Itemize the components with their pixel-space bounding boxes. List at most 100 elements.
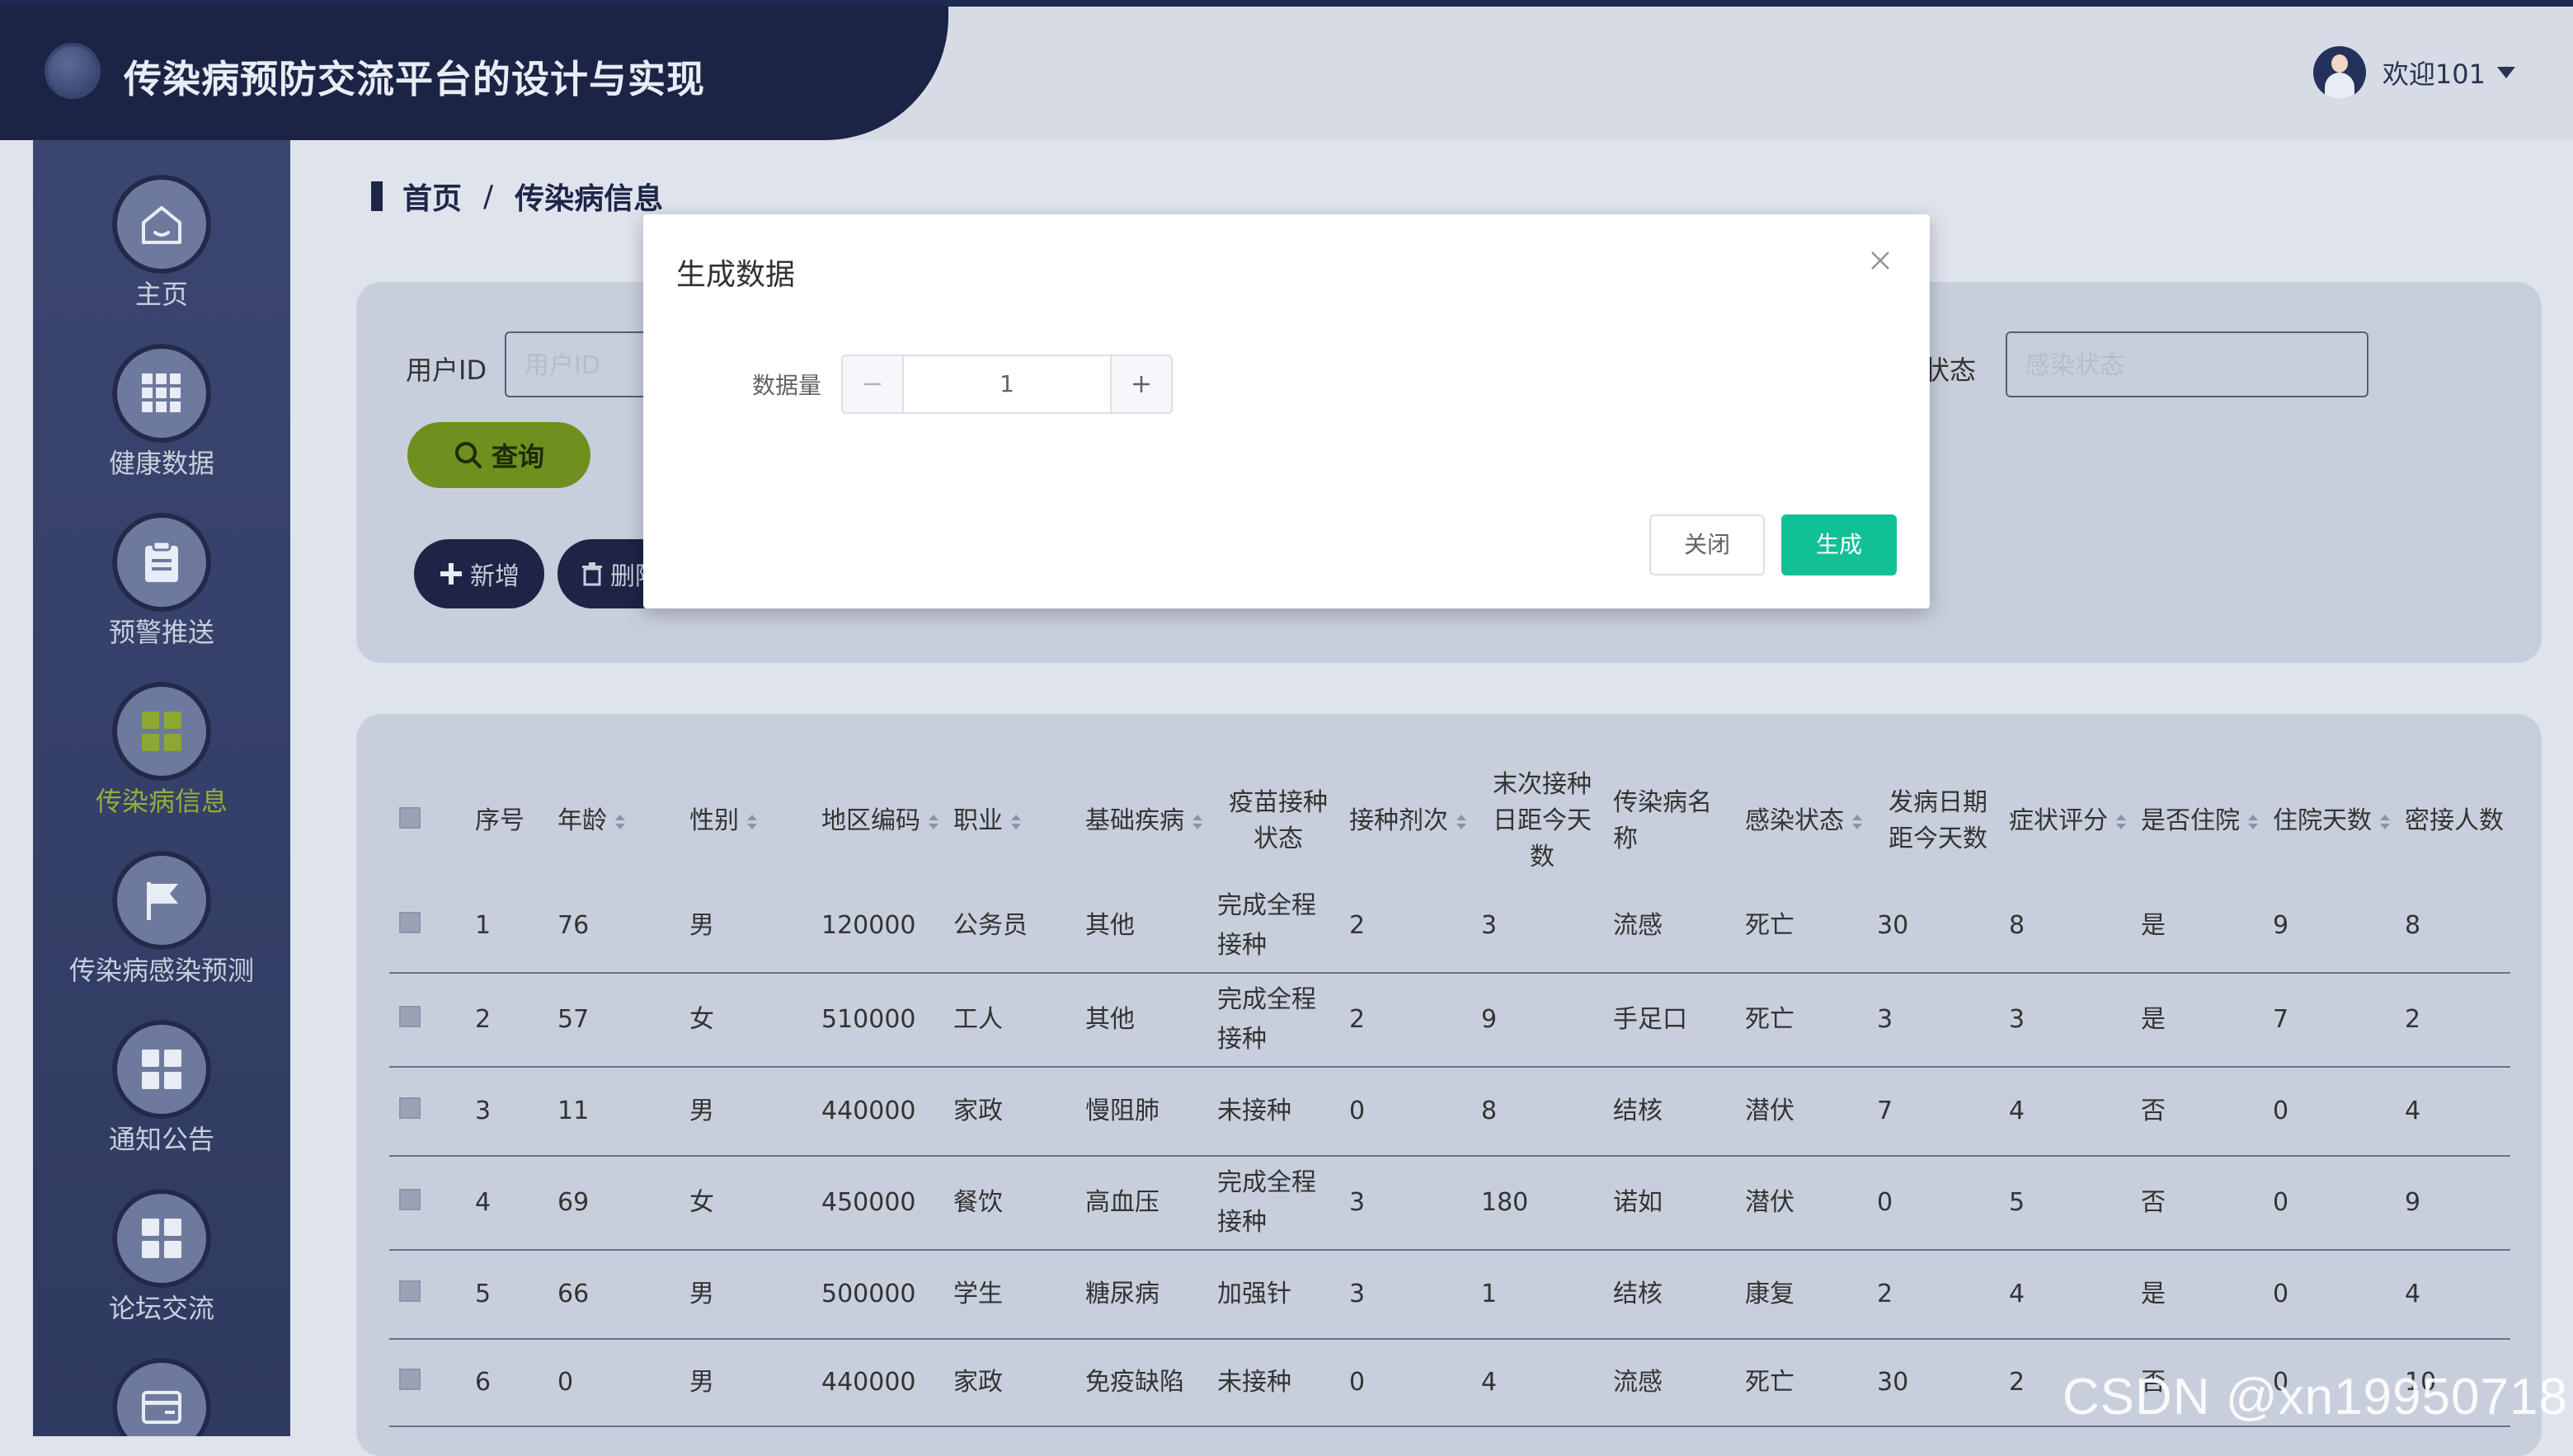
column-header[interactable]: 地区编码 [811,763,943,879]
cell: 是 [2131,879,2263,974]
sidebar-item-disease-info[interactable]: 传染病信息 [33,647,290,817]
query-button[interactable]: 查询 [407,422,590,488]
cell: 7 [2263,973,2395,1068]
decrement-button[interactable] [843,356,904,412]
avatar[interactable] [2312,46,2366,99]
column-header[interactable]: 是否住院 [2131,763,2263,879]
sort-icon[interactable] [615,814,625,829]
cell: 餐饮 [943,1156,1075,1251]
generate-data-dialog: 生成数据 数据量 1 关闭 生成 [643,214,1930,608]
data-amount-stepper[interactable]: 1 [841,355,1173,414]
caret-down-icon[interactable] [2497,67,2515,78]
table-row[interactable]: 1 76 男 120000 公务员 其他 完成全程接种 2 3 流感 死亡 30… [389,879,2510,974]
column-header[interactable]: 基础疾病 [1075,763,1207,879]
sidebar-item-home[interactable]: 主页 [33,140,290,310]
add-button[interactable]: 新增 [414,539,544,608]
cell: 66 [548,1250,680,1340]
add-button-label: 新增 [470,562,520,591]
column-header[interactable]: 年龄 [548,763,680,879]
column-header[interactable]: 职业 [943,763,1075,879]
cell: 4 [2395,1250,2510,1340]
cell: 3 [1339,1156,1471,1251]
sort-icon[interactable] [1852,814,1862,829]
table-row[interactable]: 4 69 女 450000 餐饮 高血压 完成全程接种 3 180 诺如 潜伏 … [389,1156,2510,1251]
minus-icon [864,383,881,386]
cell: 康复 [1735,1250,1867,1340]
select-all-checkbox[interactable] [389,763,465,879]
cell: 1 [465,879,548,974]
column-header[interactable]: 末次接种日距今天数 [1471,763,1603,879]
column-header[interactable]: 症状评分 [1999,763,2131,879]
cell: 7 [1867,1067,1999,1157]
cell: 公务员 [943,879,1075,974]
user-menu[interactable]: 欢迎101 [2312,46,2515,99]
sort-icon[interactable] [2248,814,2258,829]
cell: 潜伏 [1735,1067,1867,1157]
table-row[interactable]: 3 11 男 440000 家政 慢阻肺 未接种 0 8 结核 潜伏 7 4 否… [389,1067,2510,1157]
sidebar: 主页 健康数据 预警推送 传染病信息 传染病感染预测 通知公告 论坛交流 [33,140,290,1436]
column-header[interactable]: 接种剂次 [1339,763,1471,879]
sort-icon[interactable] [929,814,938,829]
column-header[interactable]: 疫苗接种状态 [1207,763,1339,879]
cell: 440000 [811,1067,943,1157]
sort-icon[interactable] [1456,814,1466,829]
cell: 30 [1867,1339,1999,1427]
grid-icon [112,682,211,781]
cell: 免疫缺陷 [1075,1339,1207,1427]
sort-icon[interactable] [1011,814,1021,829]
cell: 0 [548,1339,680,1427]
increment-button[interactable] [1110,356,1171,412]
column-header[interactable]: 性别 [680,763,811,879]
sort-icon[interactable] [2116,814,2126,829]
row-checkbox[interactable] [389,1339,465,1427]
sidebar-item-health-data[interactable]: 健康数据 [33,309,290,479]
sidebar-item-forum[interactable]: 论坛交流 [33,1154,290,1324]
cell: 流感 [1603,879,1735,974]
cell: 450000 [811,1156,943,1251]
row-checkbox[interactable] [389,1067,465,1157]
row-checkbox[interactable] [389,1156,465,1251]
cell: 510000 [811,973,943,1068]
table-row[interactable]: 2 57 女 510000 工人 其他 完成全程接种 2 9 手足口 死亡 3 … [389,973,2510,1068]
column-header: 传染病名称 [1613,788,1712,853]
card-icon [112,1358,211,1436]
cell: 180 [1471,1156,1603,1251]
cell: 流感 [1603,1339,1735,1427]
column-header[interactable]: 感染状态 [1735,763,1867,879]
cell: 3 [1471,879,1603,974]
grid-icon [112,1020,211,1119]
sort-icon[interactable] [747,814,757,829]
home-icon [112,175,211,274]
status-input[interactable]: 感染状态 [2006,331,2368,397]
cell: 8 [1999,879,2131,974]
close-icon[interactable] [1867,247,1893,274]
table-header-row: 序号 年龄 性别 地区编码 职业 基础疾病 疫苗接种状态 接种剂次 末次接种日距… [389,763,2510,879]
sidebar-item-infection-prediction[interactable]: 传染病感染预测 [33,816,290,986]
cell: 0 [2263,1067,2395,1157]
sort-icon[interactable] [2380,814,2390,829]
generate-button[interactable]: 生成 [1781,514,1897,575]
row-checkbox[interactable] [389,973,465,1068]
sidebar-item-notice[interactable]: 通知公告 [33,985,290,1155]
search-icon [454,442,482,468]
sort-icon[interactable] [1192,814,1202,829]
welcome-text[interactable]: 欢迎101 [2382,54,2486,92]
row-checkbox[interactable] [389,1250,465,1340]
sidebar-item-label: 传染病信息 [95,786,228,817]
table-row[interactable]: 5 66 男 500000 学生 糖尿病 加强针 3 1 结核 康复 2 4 是… [389,1250,2510,1340]
column-header[interactable]: 住院天数 [2263,763,2395,879]
column-header[interactable]: 发病日期距今天数 [1867,763,1999,879]
sidebar-item-more[interactable] [33,1323,290,1436]
flag-icon [112,851,211,950]
cell: 0 [1867,1156,1999,1251]
close-button[interactable]: 关闭 [1649,514,1765,575]
breadcrumb-home[interactable]: 首页 [402,175,462,218]
userid-label: 用户ID [406,355,487,386]
breadcrumb-separator: / [483,179,494,214]
row-checkbox[interactable] [389,879,465,974]
sidebar-item-alert-push[interactable]: 预警推送 [33,478,290,648]
data-amount-input[interactable]: 1 [904,356,1110,412]
sidebar-item-label: 健康数据 [108,448,214,479]
cell: 3 [1339,1250,1471,1340]
cell: 未接种 [1207,1067,1339,1157]
